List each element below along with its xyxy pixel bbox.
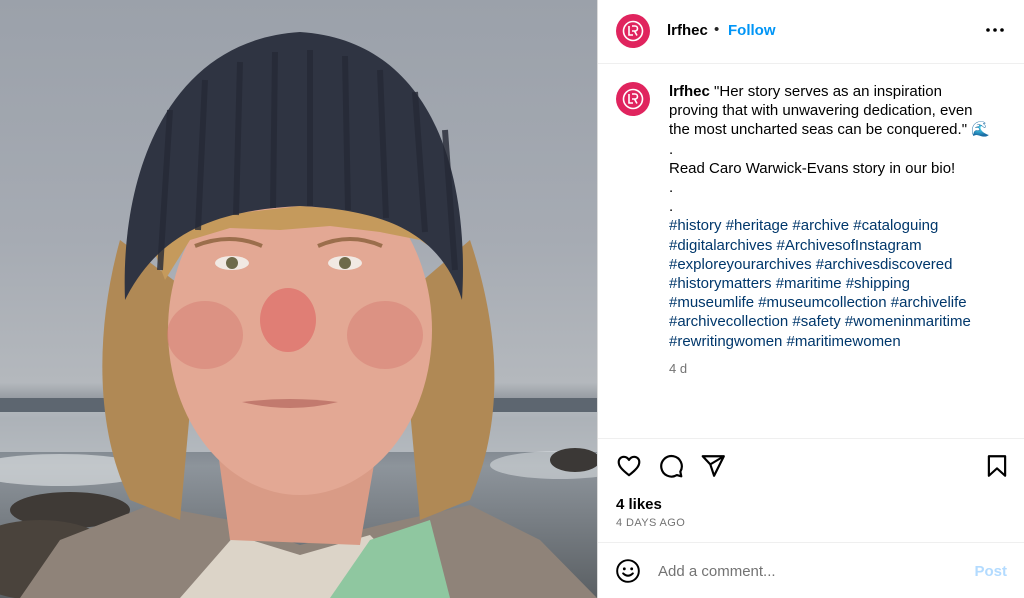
post-date[interactable]: 4 DAYS AGO: [616, 517, 685, 529]
caption-dot: .: [669, 198, 674, 216]
separator-dot: •: [714, 21, 720, 38]
lr-logo-icon: [622, 88, 644, 110]
lr-logo-icon: [622, 20, 644, 42]
comment-icon[interactable]: [658, 453, 684, 479]
post-caption: lrfhec "Her story serves as an inspirati…: [669, 82, 1009, 378]
post-comment-button[interactable]: Post: [974, 563, 1007, 580]
post-photo[interactable]: [0, 0, 597, 598]
caption-dot: .: [669, 140, 674, 158]
caption-dot: .: [669, 179, 674, 197]
bookmark-icon[interactable]: [984, 453, 1010, 479]
hashtag-line[interactable]: #historymatters #maritime #shipping: [669, 274, 1009, 293]
hashtag-line[interactable]: #history #heritage #archive #cataloguing: [669, 216, 1009, 235]
caption-line: lrfhec "Her story serves as an inspirati…: [669, 82, 1009, 101]
heart-icon[interactable]: [616, 453, 642, 479]
follow-button[interactable]: Follow: [728, 22, 776, 39]
hashtag-line[interactable]: #archivecollection #safety #womeninmarit…: [669, 312, 1009, 331]
hashtag-line[interactable]: #museumlife #museumcollection #archiveli…: [669, 293, 1009, 312]
caption-line: proving that with unwavering dedication,…: [669, 102, 973, 120]
avatar[interactable]: [616, 14, 650, 48]
post-header: lrfhec • Follow: [598, 0, 1024, 64]
comment-input[interactable]: [658, 559, 958, 583]
likes-count[interactable]: 4 likes: [616, 496, 662, 513]
hashtag-line[interactable]: #rewritingwomen #maritimewomen: [669, 332, 1009, 351]
username[interactable]: lrfhec: [667, 22, 708, 39]
action-bar: 4 likes 4 DAYS AGO: [598, 438, 1024, 542]
emoji-icon[interactable]: [615, 558, 641, 584]
caption-text: "Her story serves as an inspiration: [714, 83, 942, 100]
caption-area: lrfhec "Her story serves as an inspirati…: [598, 64, 1024, 438]
share-icon[interactable]: [700, 453, 726, 479]
caption-username[interactable]: lrfhec: [669, 83, 710, 100]
hashtag-line[interactable]: #digitalarchives #ArchivesofInstagram: [669, 236, 1009, 255]
hashtag-line[interactable]: #exploreyourarchives #archivesdiscovered: [669, 255, 1009, 274]
portrait-image: [0, 32, 597, 598]
caption-avatar[interactable]: [616, 82, 650, 116]
more-options-icon[interactable]: [983, 18, 1007, 42]
caption-read-more: Read Caro Warwick-Evans story in our bio…: [669, 159, 956, 177]
comment-bar: Post: [598, 542, 1024, 598]
post-panel: lrfhec • Follow lrfhec "Her story serves…: [597, 0, 1024, 598]
caption-age[interactable]: 4 d: [669, 359, 1009, 378]
caption-line: the most uncharted seas can be conquered…: [669, 121, 990, 139]
